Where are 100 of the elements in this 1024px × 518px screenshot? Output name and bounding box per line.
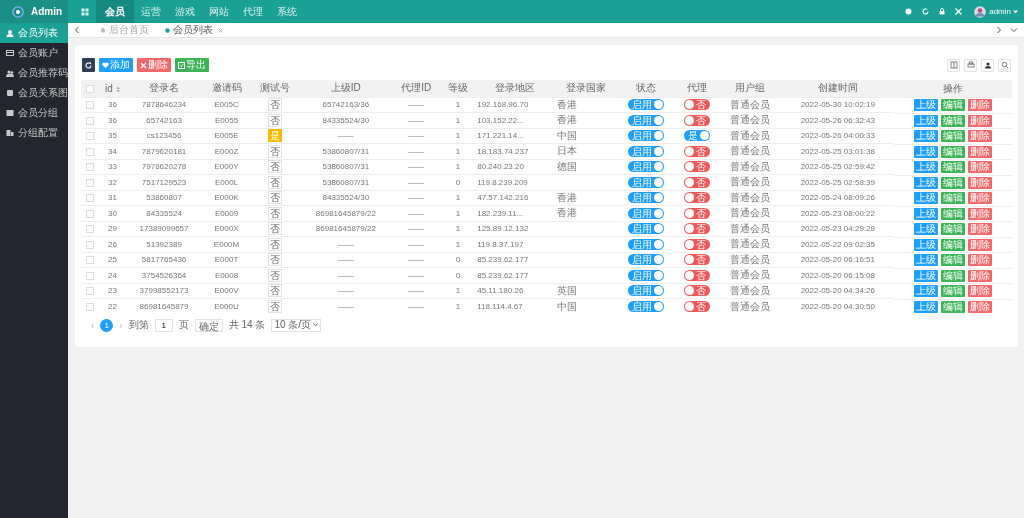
checkbox[interactable] (86, 101, 94, 110)
page-input[interactable]: 1 (154, 318, 173, 332)
row-action-button[interactable]: 编辑 (941, 269, 966, 282)
toolbar-button[interactable]: 添加 (99, 58, 133, 72)
toggle-switch[interactable]: 否 (683, 114, 710, 126)
toggle-switch[interactable]: 否 (683, 145, 710, 157)
nav-tab[interactable]: 游戏 (168, 0, 202, 23)
nav-tab[interactable]: 代理 (236, 0, 270, 23)
row-action-button[interactable]: 上级 (914, 130, 939, 143)
toggle-switch[interactable]: 否 (683, 192, 710, 204)
checkbox[interactable] (86, 256, 94, 265)
toggle-switch[interactable]: 启用 (628, 114, 665, 126)
row-action-button[interactable]: 编辑 (941, 192, 966, 205)
checkbox[interactable] (86, 147, 94, 156)
close-icon[interactable] (218, 27, 223, 33)
row-action-button[interactable]: 上级 (914, 99, 939, 112)
row-action-button[interactable]: 上级 (914, 114, 939, 127)
checkbox[interactable] (86, 116, 94, 125)
next-page-button[interactable]: › (119, 319, 123, 331)
sidebar-item[interactable]: 分组配置 (0, 123, 68, 143)
row-action-button[interactable]: 删除 (968, 176, 993, 189)
toggle-switch[interactable]: 否 (683, 254, 710, 266)
row-action-button[interactable]: 删除 (968, 238, 993, 251)
chevron-left-icon[interactable] (74, 26, 80, 34)
chevron-right-icon[interactable] (996, 26, 1002, 34)
row-action-button[interactable]: 删除 (968, 145, 993, 158)
page-number[interactable]: 1 (100, 318, 114, 332)
row-action-button[interactable]: 上级 (914, 161, 939, 174)
row-action-button[interactable]: 删除 (968, 300, 993, 313)
toggle-switch[interactable]: 启用 (628, 223, 665, 235)
checkbox[interactable] (86, 194, 94, 203)
toggle-switch[interactable]: 否 (683, 207, 710, 219)
avatar-icon[interactable] (974, 5, 987, 18)
toggle-switch[interactable]: 启用 (628, 285, 665, 297)
chevron-down-icon[interactable] (1010, 27, 1018, 33)
checkbox[interactable] (86, 85, 94, 94)
toolbar-button[interactable]: 导出 (175, 58, 209, 72)
toggle-switch[interactable]: 启用 (628, 207, 665, 219)
nav-tab[interactable]: 系统 (270, 0, 304, 23)
refresh-icon[interactable] (922, 8, 930, 15)
row-action-button[interactable]: 上级 (914, 269, 939, 282)
sidebar-item[interactable]: 会员账户 (0, 43, 68, 63)
checkbox[interactable] (86, 302, 94, 311)
checkbox[interactable] (86, 225, 94, 234)
toggle-switch[interactable]: 启用 (628, 301, 665, 312)
row-action-button[interactable]: 删除 (968, 223, 993, 236)
sidebar-item[interactable]: 会员分组 (0, 103, 68, 123)
toggle-switch[interactable]: 启用 (628, 192, 665, 204)
toggle-switch[interactable]: 启用 (628, 161, 665, 173)
row-action-button[interactable]: 上级 (914, 285, 939, 298)
toggle-switch[interactable]: 启用 (628, 269, 665, 281)
row-action-button[interactable]: 上级 (914, 207, 939, 220)
toggle-switch[interactable]: 启用 (628, 176, 665, 188)
nav-tab[interactable]: 会员 (96, 0, 134, 23)
row-action-button[interactable]: 编辑 (941, 161, 966, 174)
row-action-button[interactable]: 编辑 (941, 285, 966, 298)
row-action-button[interactable]: 编辑 (941, 300, 966, 313)
toggle-switch[interactable]: 否 (683, 176, 710, 188)
row-action-button[interactable]: 删除 (968, 130, 993, 143)
sidebar-item[interactable]: 会员列表 (0, 23, 68, 43)
row-action-button[interactable]: 删除 (968, 285, 993, 298)
toggle-switch[interactable]: 启用 (628, 145, 665, 157)
toolbar-button[interactable]: 删除 (137, 58, 171, 72)
checkbox[interactable] (86, 240, 94, 249)
checkbox[interactable] (86, 178, 94, 187)
row-action-button[interactable]: 编辑 (941, 130, 966, 143)
page-size-select[interactable]: 10 条/页 (271, 318, 322, 332)
user-menu[interactable]: admin (989, 7, 1011, 16)
sidebar-item[interactable]: 会员推荐码 (0, 63, 68, 83)
row-action-button[interactable]: 删除 (968, 161, 993, 174)
row-action-button[interactable]: 编辑 (941, 114, 966, 127)
checkbox[interactable] (86, 287, 94, 296)
toggle-switch[interactable]: 启用 (628, 254, 665, 266)
page-tab[interactable]: 后台首页 (94, 23, 155, 37)
row-action-button[interactable]: 编辑 (941, 254, 966, 267)
confirm-button[interactable]: 确定 (194, 318, 223, 332)
row-action-button[interactable]: 上级 (914, 254, 939, 267)
toggle-switch[interactable]: 否 (683, 238, 710, 250)
row-action-button[interactable]: 编辑 (941, 99, 966, 112)
toggle-switch[interactable]: 否 (683, 269, 710, 281)
row-action-button[interactable]: 删除 (968, 114, 993, 127)
checkbox[interactable] (86, 163, 94, 172)
row-action-button[interactable]: 上级 (914, 176, 939, 189)
row-action-button[interactable]: 删除 (968, 254, 993, 267)
toggle-switch[interactable]: 否 (683, 301, 710, 312)
row-action-button[interactable]: 删除 (968, 269, 993, 282)
page-tab[interactable]: 会员列表 (159, 23, 229, 37)
row-action-button[interactable]: 编辑 (941, 207, 966, 220)
checkbox[interactable] (86, 209, 94, 218)
toggle-switch[interactable]: 启用 (628, 238, 665, 250)
sort-icon[interactable] (115, 85, 120, 93)
toggle-switch[interactable]: 否 (683, 285, 710, 297)
lock-icon[interactable] (939, 8, 946, 15)
checkbox[interactable] (86, 132, 94, 141)
toggle-switch[interactable]: 是 (683, 130, 710, 142)
row-action-button[interactable]: 编辑 (941, 223, 966, 236)
refresh-button[interactable] (82, 58, 95, 72)
nav-tab[interactable]: 网站 (202, 0, 236, 23)
row-action-button[interactable]: 删除 (968, 207, 993, 220)
row-action-button[interactable]: 删除 (968, 99, 993, 112)
